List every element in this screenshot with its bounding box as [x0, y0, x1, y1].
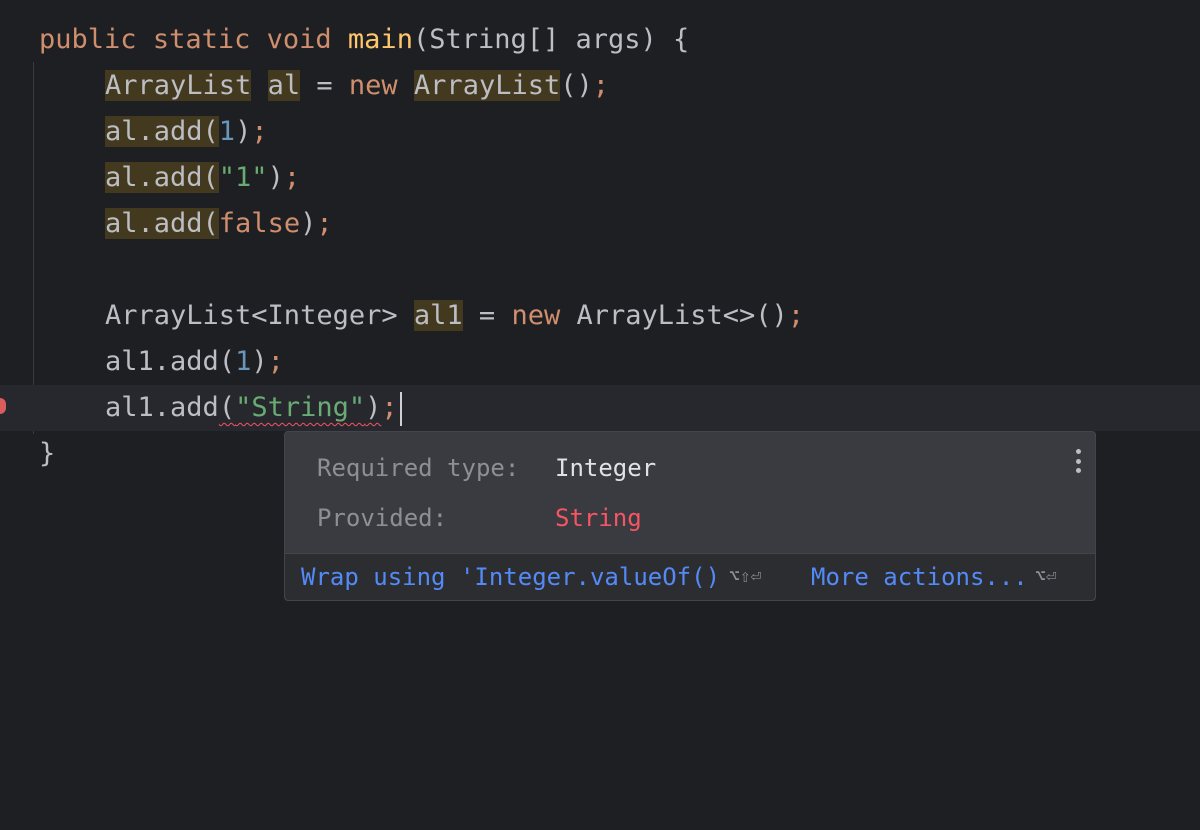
semicolon: ; — [316, 208, 333, 239]
required-type-label: Required type: — [317, 454, 520, 482]
code-text: al1.add(1); — [105, 339, 284, 385]
fix-shortcut-hint: ⌥⇧⏎ — [729, 566, 762, 587]
variable-name: al — [267, 70, 301, 101]
number-literal: 1 — [235, 346, 252, 377]
method-call: .add( — [137, 208, 219, 239]
method-name: main — [347, 24, 413, 55]
parens: () — [560, 70, 593, 101]
code-line: al.add(1); — [0, 109, 1200, 155]
required-type-row: Required type: Integer — [317, 448, 656, 488]
semicolon: ; — [251, 116, 268, 147]
more-actions-link[interactable]: More actions... — [811, 554, 1028, 600]
paren: ) — [365, 392, 382, 423]
constructor: ArrayList — [413, 70, 561, 101]
provided-type-label: Provided: — [317, 504, 448, 532]
type-name: ArrayList — [105, 70, 252, 101]
code-text: al1.add("String"); — [105, 385, 402, 431]
code-text: ArrayList<Integer> al1 = new ArrayList<>… — [105, 293, 804, 339]
type-name: ArrayList<Integer> — [105, 300, 398, 331]
method-call: .add( — [137, 116, 219, 147]
code-text: ArrayList al = new ArrayList(); — [105, 63, 609, 109]
provided-type-row: Provided: String — [317, 498, 642, 538]
code-line: al1.add(1); — [0, 339, 1200, 385]
semicolon: ; — [267, 346, 284, 377]
error-marker-icon[interactable] — [0, 398, 6, 414]
semicolon: ; — [787, 300, 805, 331]
code-line: ArrayList al = new ArrayList(); — [0, 63, 1200, 109]
paren: ) — [267, 162, 284, 193]
code-text: public static void main(String[] args) { — [39, 17, 689, 63]
operator: = — [300, 70, 349, 101]
semicolon: ; — [592, 70, 610, 101]
keyword: void — [266, 24, 332, 55]
method-call: .add( — [137, 162, 219, 193]
more-options-icon[interactable] — [1075, 449, 1081, 473]
paren: ( — [218, 392, 236, 423]
code-line: al.add(false); — [0, 201, 1200, 247]
closing-brace: } — [39, 438, 56, 469]
keyword: new — [348, 70, 398, 101]
code-text: al.add(1); — [105, 109, 268, 155]
code-editor[interactable]: public static void main(String[] args) {… — [0, 0, 1200, 604]
variable-name: al1 — [105, 346, 154, 377]
code-line: al.add("1"); — [0, 155, 1200, 201]
constructor: ArrayList<>() — [576, 300, 788, 331]
code-text: al.add("1"); — [105, 155, 300, 201]
keyword: static — [152, 24, 251, 55]
wrap-integer-valueof-action[interactable]: Wrap using 'Integer.valueOf() — [301, 554, 720, 600]
code-text: al.add(false); — [105, 201, 333, 247]
variable-name: al — [105, 116, 138, 147]
code-line: ArrayList<Integer> al1 = new ArrayList<>… — [0, 293, 1200, 339]
paren: ) — [235, 116, 252, 147]
method-call: .add — [153, 392, 219, 423]
semicolon: ; — [381, 392, 398, 423]
method-call: .add( — [153, 346, 236, 377]
more-actions-shortcut-hint: ⌥⏎ — [1035, 566, 1057, 587]
operator: = — [462, 300, 512, 331]
current-code-line[interactable]: al1.add("String"); — [0, 385, 1200, 431]
popup-actions: Wrap using 'Integer.valueOf() ⌥⇧⏎ More a… — [285, 553, 1095, 600]
variable-name: al — [105, 208, 138, 239]
variable-name: al — [105, 162, 138, 193]
provided-type-value: String — [555, 504, 642, 532]
type-mismatch-popup: Required type: Integer Provided: String Wr… — [284, 431, 1096, 601]
string-literal-error[interactable]: "String" — [235, 392, 365, 423]
method-signature: (String[] args) { — [412, 24, 690, 55]
paren: ) — [300, 208, 317, 239]
keyword: new — [511, 300, 561, 331]
required-type-value: Integer — [555, 454, 657, 482]
paren: ) — [251, 346, 268, 377]
boolean-literal: false — [218, 208, 301, 239]
text-caret — [399, 391, 402, 426]
code-line: public static void main(String[] args) { — [0, 17, 1200, 63]
variable-name: al1 — [105, 392, 154, 423]
semicolon: ; — [283, 162, 301, 193]
variable-name: al1 — [413, 300, 463, 331]
keyword: public — [39, 24, 137, 55]
string-literal: "1" — [218, 162, 268, 193]
number-literal: 1 — [218, 116, 236, 147]
